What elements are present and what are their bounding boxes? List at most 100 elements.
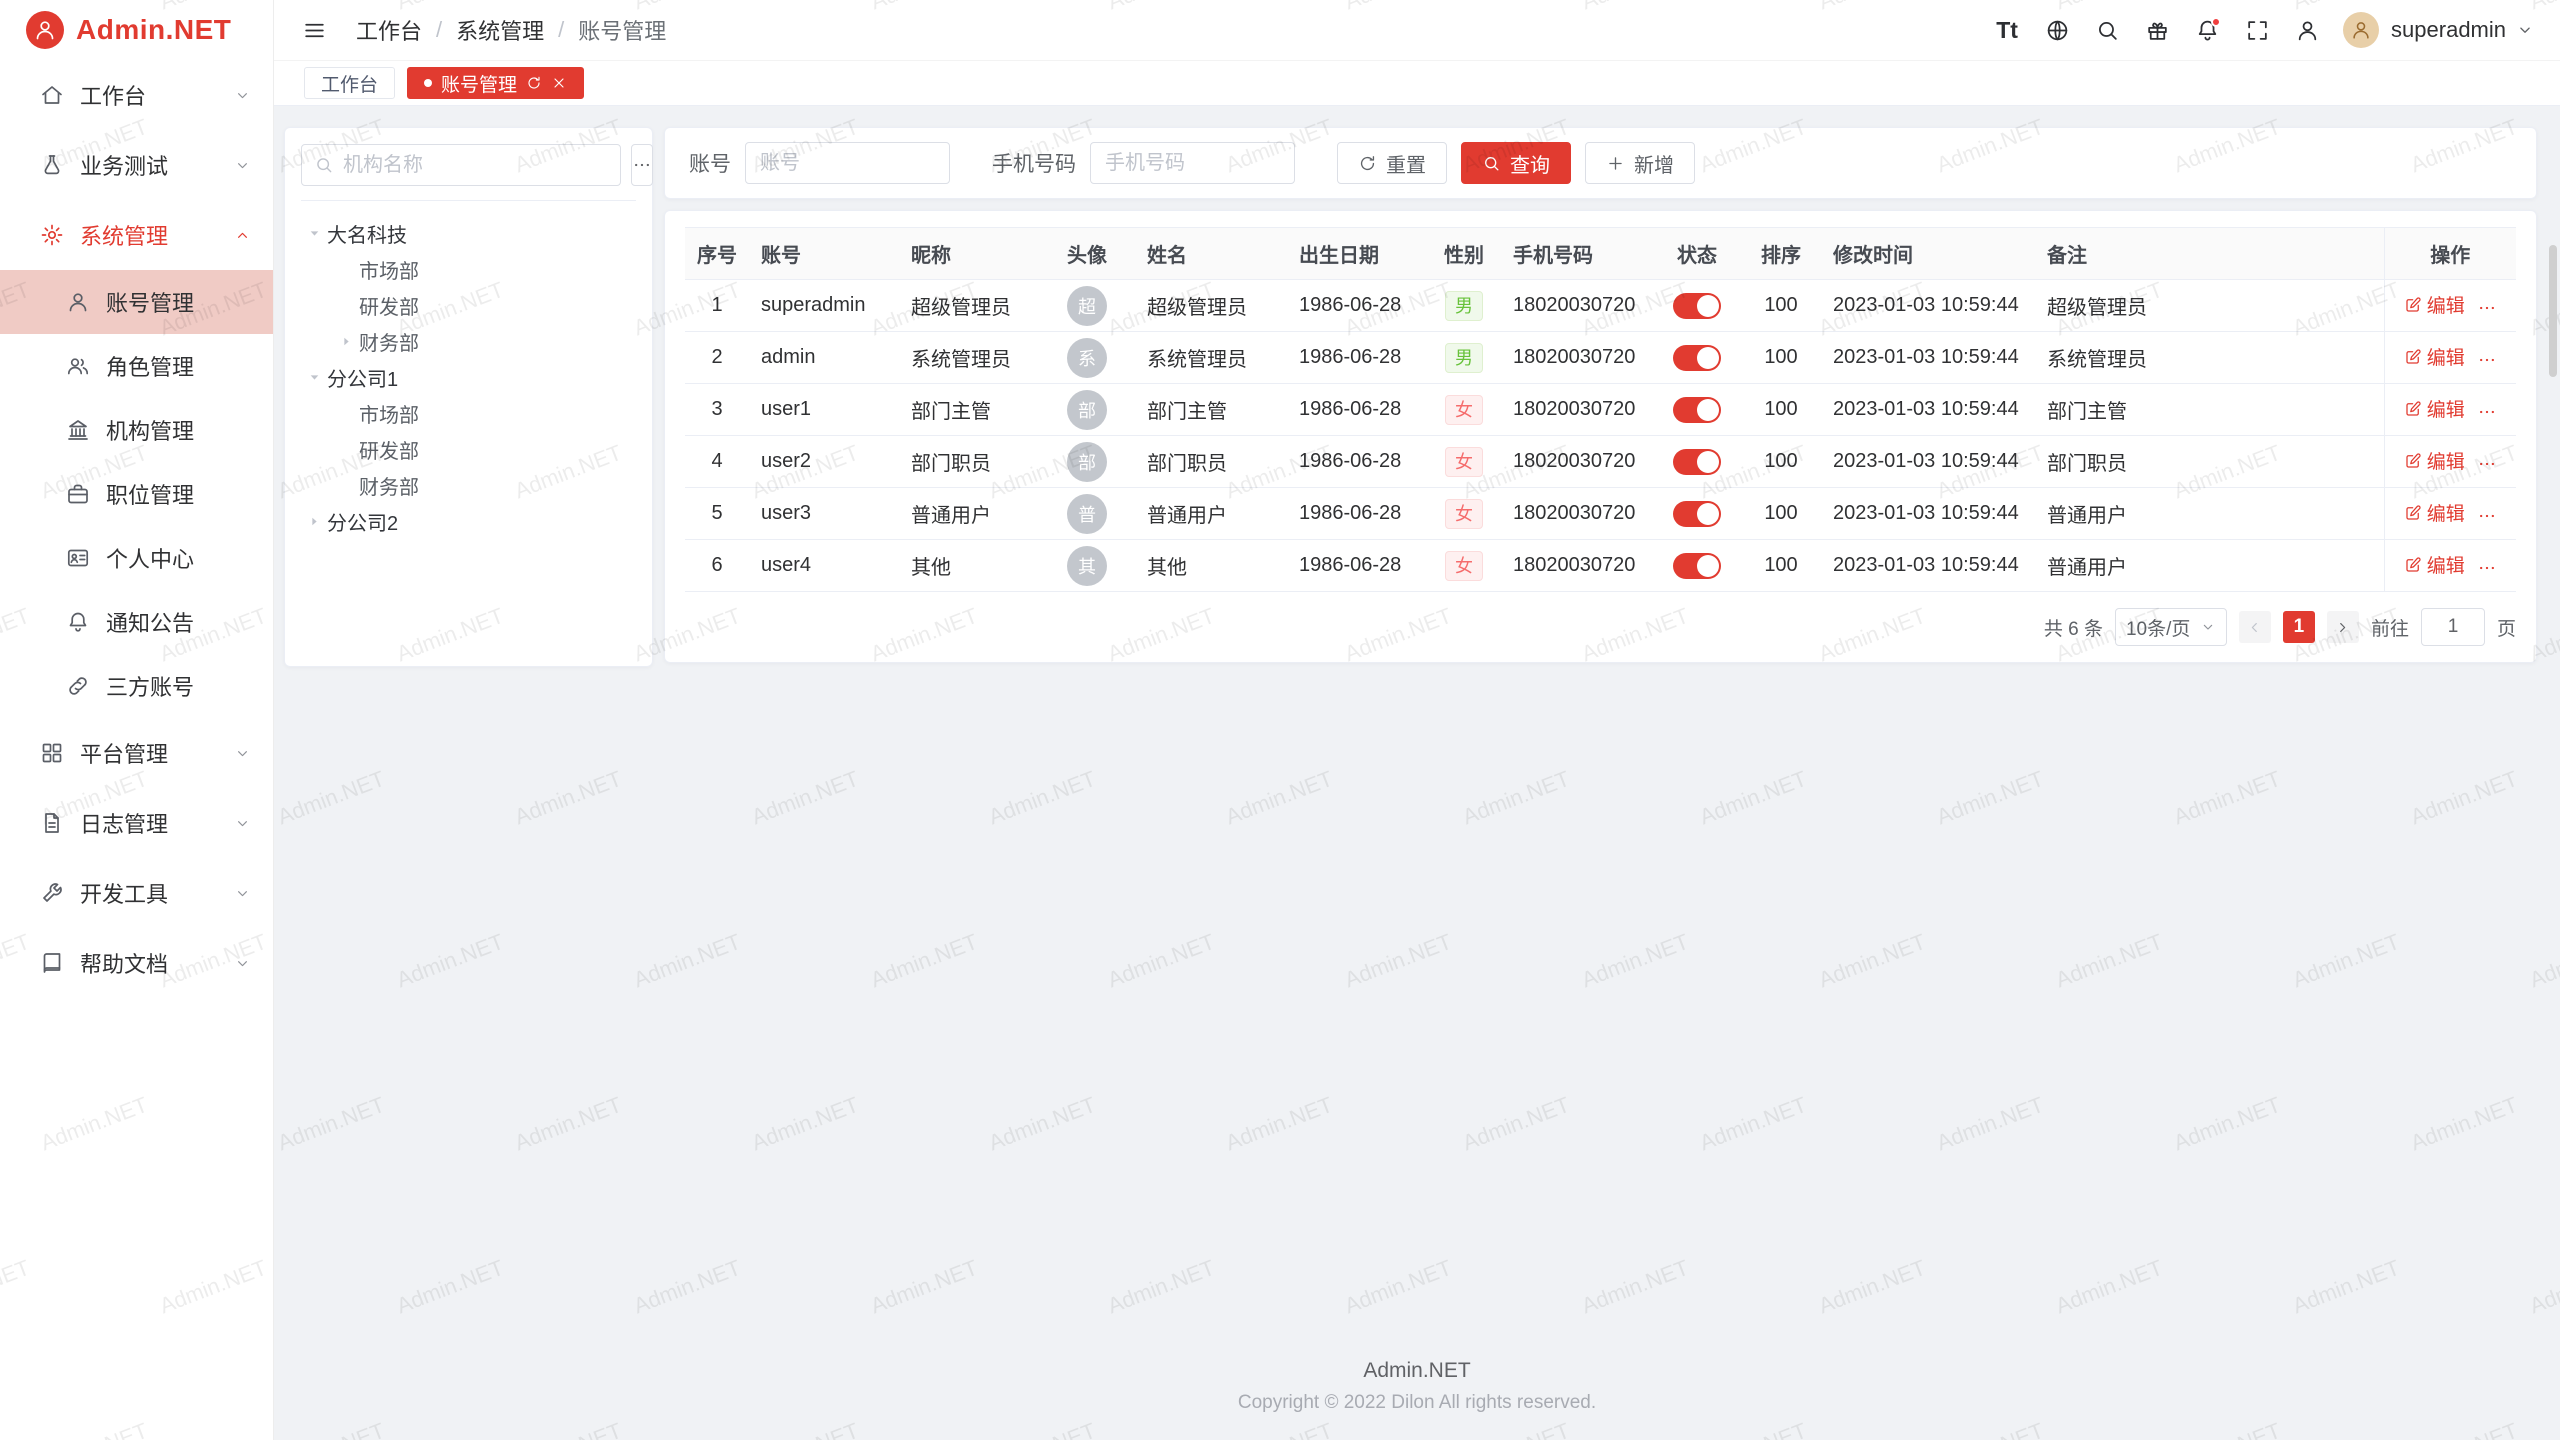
topbar-actions: Tt superadmin bbox=[1985, 8, 2534, 52]
sidebar-item-platform[interactable]: 平台管理 bbox=[0, 718, 273, 788]
sidebar-item-system[interactable]: 系统管理 bbox=[0, 200, 273, 270]
add-button[interactable]: 新增 bbox=[1585, 142, 1695, 184]
sidebar-item-account[interactable]: 账号管理 bbox=[0, 270, 273, 334]
close-icon[interactable] bbox=[551, 75, 567, 91]
table-header-row: 序号账号昵称头像姓名出生日期性别手机号码状态排序修改时间备注操作 bbox=[685, 228, 2516, 280]
tree-node[interactable]: 财务部 bbox=[301, 323, 636, 359]
edit-button[interactable]: 编辑 bbox=[2404, 551, 2465, 578]
username[interactable]: superadmin bbox=[2391, 17, 2506, 43]
cell-nickname: 部门主管 bbox=[899, 384, 1039, 436]
edit-button[interactable]: 编辑 bbox=[2404, 291, 2465, 318]
tree-node[interactable]: 研发部 bbox=[301, 287, 636, 323]
wrench-icon bbox=[40, 881, 64, 905]
row-more-button[interactable] bbox=[2477, 506, 2497, 526]
sidebar-item-devtools[interactable]: 开发工具 bbox=[0, 858, 273, 928]
tree-node[interactable]: 财务部 bbox=[301, 467, 636, 503]
row-more-button[interactable] bbox=[2477, 298, 2497, 318]
cell-birthday: 1986-06-28 bbox=[1287, 280, 1427, 332]
status-toggle[interactable] bbox=[1673, 293, 1721, 319]
chevron-down-icon bbox=[2200, 619, 2216, 635]
status-toggle[interactable] bbox=[1673, 501, 1721, 527]
logo[interactable]: Admin.NET bbox=[0, 0, 273, 60]
sidebar-nav: 工作台 业务测试 系统管理 账号管理 角色管理 机构管理 职位管理 个人中心 通… bbox=[0, 60, 273, 998]
org-more-button[interactable] bbox=[631, 144, 653, 186]
tree-node[interactable]: 市场部 bbox=[301, 251, 636, 287]
edit-button[interactable]: 编辑 bbox=[2404, 447, 2465, 474]
status-toggle[interactable] bbox=[1673, 345, 1721, 371]
column-header: 昵称 bbox=[899, 228, 1039, 280]
language-icon[interactable] bbox=[2035, 8, 2079, 52]
search-button[interactable]: 查询 bbox=[1461, 142, 1571, 184]
sidebar-item-workbench[interactable]: 工作台 bbox=[0, 60, 273, 130]
cell-account: user4 bbox=[749, 540, 899, 592]
sidebar-item-docs[interactable]: 帮助文档 bbox=[0, 928, 273, 998]
row-more-button[interactable] bbox=[2477, 350, 2497, 370]
sidebar-item-business-test[interactable]: 业务测试 bbox=[0, 130, 273, 200]
notification-icon[interactable] bbox=[2185, 8, 2229, 52]
font-size-icon[interactable]: Tt bbox=[1985, 8, 2029, 52]
breadcrumb-item[interactable]: 账号管理 bbox=[578, 14, 666, 46]
caret-down-icon[interactable] bbox=[301, 220, 327, 246]
cell-modified: 2023-01-03 10:59:44 bbox=[1821, 488, 2035, 540]
sidebar-item-profile[interactable]: 个人中心 bbox=[0, 526, 273, 590]
caret-down-icon[interactable] bbox=[301, 364, 327, 390]
cell-index: 5 bbox=[685, 488, 749, 540]
page-1-button[interactable]: 1 bbox=[2283, 611, 2315, 643]
edit-button[interactable]: 编辑 bbox=[2404, 499, 2465, 526]
sidebar-item-third-account[interactable]: 三方账号 bbox=[0, 654, 273, 718]
refresh-icon[interactable] bbox=[526, 75, 542, 91]
profile-icon[interactable] bbox=[2285, 8, 2329, 52]
caret-right-icon[interactable] bbox=[301, 508, 327, 534]
gender-tag: 女 bbox=[1445, 395, 1483, 425]
sidebar-item-post[interactable]: 职位管理 bbox=[0, 462, 273, 526]
table-row: 2 admin 系统管理员 系 系统管理员 1986-06-28 男 18020… bbox=[685, 332, 2516, 384]
prev-page-button[interactable] bbox=[2239, 611, 2271, 643]
gender-tag: 女 bbox=[1445, 551, 1483, 581]
fullscreen-icon[interactable] bbox=[2235, 8, 2279, 52]
sidebar-item-role[interactable]: 角色管理 bbox=[0, 334, 273, 398]
row-more-button[interactable] bbox=[2477, 402, 2497, 422]
row-more-button[interactable] bbox=[2477, 454, 2497, 474]
logo-icon bbox=[26, 11, 64, 49]
cell-remark: 部门主管 bbox=[2035, 384, 2384, 436]
row-more-button[interactable] bbox=[2477, 558, 2497, 578]
next-page-button[interactable] bbox=[2327, 611, 2359, 643]
status-toggle[interactable] bbox=[1673, 449, 1721, 475]
row-avatar: 普 bbox=[1067, 494, 1107, 534]
cell-index: 2 bbox=[685, 332, 749, 384]
sidebar-item-notice[interactable]: 通知公告 bbox=[0, 590, 273, 654]
caret-right-icon[interactable] bbox=[333, 328, 359, 354]
user-avatar[interactable] bbox=[2343, 12, 2379, 48]
gender-tag: 女 bbox=[1445, 447, 1483, 477]
search-icon[interactable] bbox=[2085, 8, 2129, 52]
row-avatar: 其 bbox=[1067, 546, 1107, 586]
tree-node[interactable]: 大名科技 bbox=[301, 215, 636, 251]
tree-node[interactable]: 分公司2 bbox=[301, 503, 636, 539]
tab-workbench[interactable]: 工作台 bbox=[304, 67, 395, 99]
edit-button[interactable]: 编辑 bbox=[2404, 395, 2465, 422]
hamburger-icon[interactable] bbox=[292, 8, 336, 52]
reset-button[interactable]: 重置 bbox=[1337, 142, 1447, 184]
phone-filter-input[interactable] bbox=[1090, 142, 1295, 184]
breadcrumb-item[interactable]: 工作台 bbox=[356, 14, 422, 46]
tab-account[interactable]: 账号管理 bbox=[407, 67, 584, 99]
cell-account: superadmin bbox=[749, 280, 899, 332]
cell-modified: 2023-01-03 10:59:44 bbox=[1821, 436, 2035, 488]
account-filter-input[interactable] bbox=[745, 142, 950, 184]
scrollbar-thumb[interactable] bbox=[2549, 245, 2557, 377]
goto-page-input[interactable] bbox=[2421, 608, 2485, 646]
theme-icon[interactable] bbox=[2135, 8, 2179, 52]
page-size-select[interactable]: 10条/页 bbox=[2115, 608, 2227, 646]
org-search-input[interactable] bbox=[343, 154, 608, 177]
tree-node[interactable]: 分公司1 bbox=[301, 359, 636, 395]
tree-node[interactable]: 研发部 bbox=[301, 431, 636, 467]
sidebar-item-org[interactable]: 机构管理 bbox=[0, 398, 273, 462]
status-toggle[interactable] bbox=[1673, 397, 1721, 423]
breadcrumb-item[interactable]: 系统管理 bbox=[456, 14, 544, 46]
tree-node[interactable]: 市场部 bbox=[301, 395, 636, 431]
cell-account: user2 bbox=[749, 436, 899, 488]
briefcase-icon bbox=[66, 482, 90, 506]
sidebar-item-log[interactable]: 日志管理 bbox=[0, 788, 273, 858]
status-toggle[interactable] bbox=[1673, 553, 1721, 579]
edit-button[interactable]: 编辑 bbox=[2404, 343, 2465, 370]
